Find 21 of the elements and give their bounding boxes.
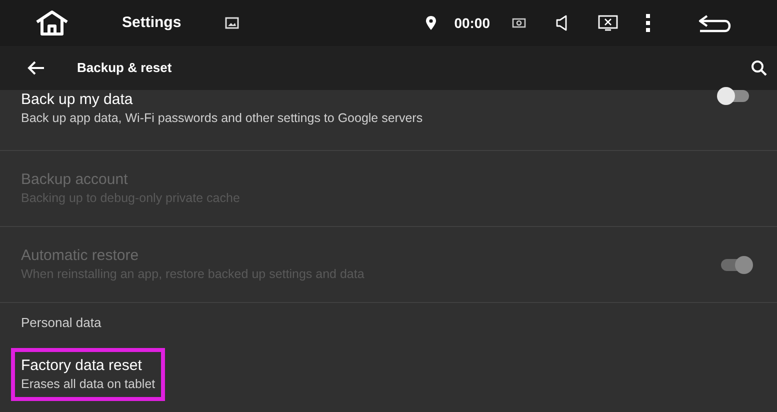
search-icon[interactable] xyxy=(751,60,767,76)
location-pin-icon xyxy=(426,16,436,30)
setting-summary: Erases all data on tablet xyxy=(21,376,156,392)
page-title: Backup & reset xyxy=(77,59,172,78)
back-icon[interactable] xyxy=(697,13,733,33)
setting-title: Automatic restore xyxy=(21,246,140,265)
more-options-icon[interactable] xyxy=(646,14,650,32)
setting-item[interactable]: Back up my data Back up app data, Wi-Fi passwords and other settings to Google servers xyxy=(21,90,423,127)
speaker-icon[interactable] xyxy=(556,15,568,31)
setting-title: Back up my data xyxy=(21,90,134,109)
section-header: Personal data xyxy=(0,302,777,336)
setting-title: Factory data reset xyxy=(21,356,143,374)
setting-title: Backup account xyxy=(21,170,129,189)
screen-close-icon[interactable] xyxy=(598,15,618,31)
app-title: Settings xyxy=(122,12,182,33)
setting-item[interactable]: Factory data reset Erases all data on tablet xyxy=(11,348,166,400)
setting-summary: Back up app data, Wi-Fi passwords and other settings to Google servers xyxy=(21,110,423,127)
image-icon xyxy=(225,17,240,29)
back-arrow-icon[interactable] xyxy=(27,60,45,76)
clock-time: 00:00 xyxy=(454,14,490,32)
camera-icon xyxy=(512,18,526,28)
